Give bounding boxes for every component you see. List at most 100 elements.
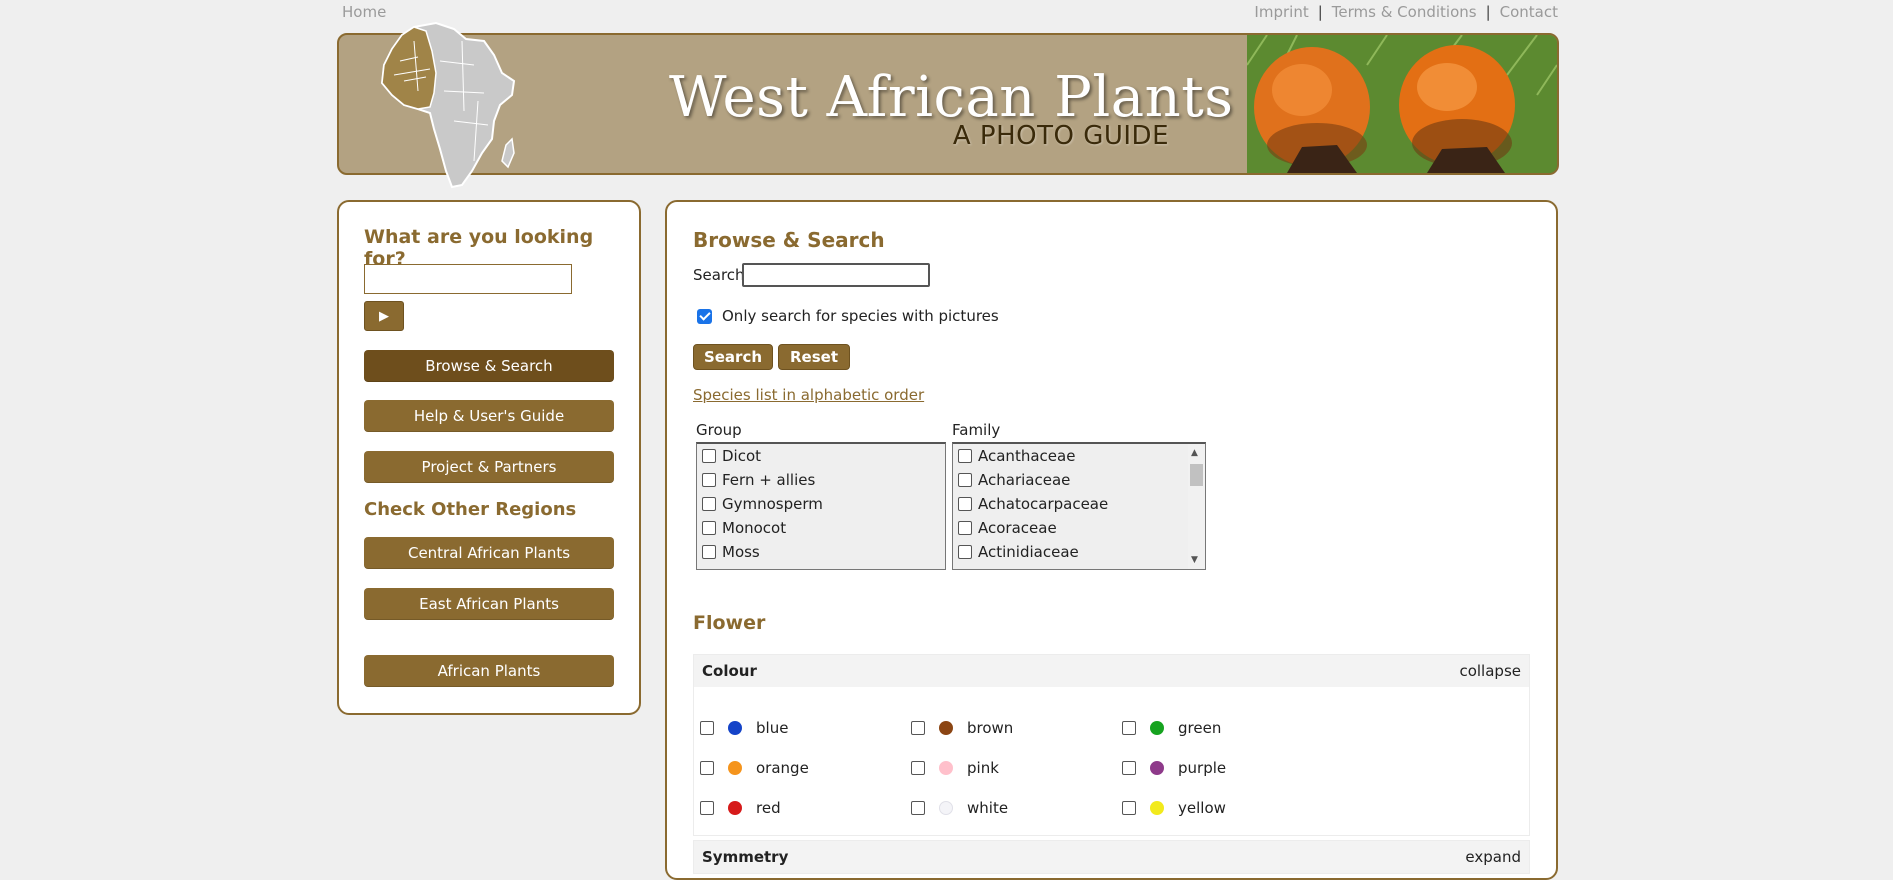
group-checkbox[interactable] — [702, 449, 716, 463]
sidebar: What are you looking for? ▶ Browse & Sea… — [337, 200, 641, 715]
species-list-link[interactable]: Species list in alphabetic order — [693, 386, 924, 404]
colour-label: orange — [756, 759, 809, 777]
list-item[interactable]: Moss — [697, 540, 945, 564]
list-item[interactable]: Monocot — [697, 516, 945, 540]
colour-checkbox[interactable] — [1122, 721, 1136, 735]
colour-checkbox[interactable] — [700, 761, 714, 775]
group-checkbox[interactable] — [702, 545, 716, 559]
colour-label: pink — [967, 759, 999, 777]
colour-swatch — [1150, 761, 1164, 775]
colour-checkbox[interactable] — [700, 721, 714, 735]
family-checkbox[interactable] — [958, 497, 972, 511]
colour-checkbox[interactable] — [911, 801, 925, 815]
colour-checkbox[interactable] — [911, 761, 925, 775]
colour-option-brown[interactable]: brown — [911, 719, 1013, 737]
list-item[interactable]: Acoraceae — [953, 516, 1205, 540]
african-plants-button[interactable]: African Plants — [364, 655, 614, 687]
list-item[interactable]: Fern + allies — [697, 468, 945, 492]
only-pictures-checkbox[interactable] — [697, 308, 712, 324]
colour-option-blue[interactable]: blue — [700, 719, 788, 737]
central-african-plants-button[interactable]: Central African Plants — [364, 537, 614, 569]
quick-search-go-button[interactable]: ▶ — [364, 301, 404, 331]
list-item[interactable]: Acanthaceae — [953, 444, 1205, 468]
colour-swatch — [939, 801, 953, 815]
browse-search-button[interactable]: Browse & Search — [364, 350, 614, 382]
list-item[interactable]: Achatocarpaceae — [953, 492, 1205, 516]
imprint-link[interactable]: Imprint — [1254, 3, 1308, 21]
fruit-photo-image — [1247, 35, 1557, 173]
scrollbar-thumb[interactable] — [1190, 464, 1203, 486]
list-item[interactable]: Dicot — [697, 444, 945, 468]
colour-checkbox[interactable] — [1122, 801, 1136, 815]
colour-swatch — [939, 721, 953, 735]
reset-button[interactable]: Reset — [778, 344, 850, 370]
colour-option-purple[interactable]: purple — [1122, 759, 1226, 777]
group-item-label: Moss — [722, 543, 760, 561]
family-checkbox[interactable] — [958, 521, 972, 535]
group-listbox[interactable]: Dicot Fern + allies Gymnosperm Monocot M… — [696, 442, 946, 570]
scroll-down-icon[interactable]: ▼ — [1191, 555, 1198, 565]
family-item-label: Actinidiaceae — [978, 543, 1079, 561]
list-item[interactable]: Gymnosperm — [697, 492, 945, 516]
home-link[interactable]: Home — [342, 3, 386, 21]
colour-panel-header[interactable]: Colour collapse — [694, 655, 1529, 687]
colour-swatch — [728, 761, 742, 775]
colour-option-yellow[interactable]: yellow — [1122, 799, 1226, 817]
colour-checkbox[interactable] — [700, 801, 714, 815]
colour-swatch — [939, 761, 953, 775]
site-subtitle: A PHOTO GUIDE — [952, 121, 1169, 151]
colour-swatch — [728, 721, 742, 735]
colour-option-pink[interactable]: pink — [911, 759, 999, 777]
family-scrollbar[interactable]: ▲ ▼ — [1188, 444, 1205, 569]
help-guide-button[interactable]: Help & User's Guide — [364, 400, 614, 432]
group-item-label: Dicot — [722, 447, 762, 465]
top-nav-right: Imprint | Terms & Conditions | Contact — [1254, 3, 1558, 21]
group-checkbox[interactable] — [702, 521, 716, 535]
colour-option-red[interactable]: red — [700, 799, 781, 817]
other-regions-heading: Check Other Regions — [364, 499, 577, 520]
colour-label: green — [1178, 719, 1222, 737]
group-label: Group — [696, 421, 742, 439]
group-checkbox[interactable] — [702, 473, 716, 487]
nav-separator: | — [1317, 3, 1323, 21]
list-item[interactable]: Actinidiaceae — [953, 540, 1205, 564]
only-pictures-row: Only search for species with pictures — [697, 307, 999, 325]
contact-link[interactable]: Contact — [1500, 3, 1558, 21]
colour-option-orange[interactable]: orange — [700, 759, 809, 777]
east-african-plants-button[interactable]: East African Plants — [364, 588, 614, 620]
flower-heading: Flower — [693, 612, 766, 634]
list-item[interactable]: Achariaceae — [953, 468, 1205, 492]
family-label: Family — [952, 421, 1001, 439]
colour-label: red — [756, 799, 781, 817]
family-checkbox[interactable] — [958, 473, 972, 487]
colour-label: blue — [756, 719, 789, 737]
terms-link[interactable]: Terms & Conditions — [1332, 3, 1477, 21]
symmetry-panel-header[interactable]: Symmetry expand — [694, 841, 1529, 873]
group-checkbox[interactable] — [702, 497, 716, 511]
colour-checkbox[interactable] — [911, 721, 925, 735]
colour-option-white[interactable]: white — [911, 799, 1008, 817]
family-listbox[interactable]: Acanthaceae Achariaceae Achatocarpaceae … — [952, 442, 1206, 570]
colour-swatch — [1150, 801, 1164, 815]
family-checkbox[interactable] — [958, 545, 972, 559]
search-label: Search — [693, 266, 745, 284]
colour-grid: blue brown green orange pink purple red … — [694, 687, 1529, 835]
browse-search-panel: Browse & Search Search Only search for s… — [665, 200, 1558, 880]
family-item-label: Acanthaceae — [978, 447, 1076, 465]
family-checkbox[interactable] — [958, 449, 972, 463]
scroll-up-icon[interactable]: ▲ — [1191, 448, 1198, 458]
page-title: Browse & Search — [693, 228, 885, 252]
expand-toggle[interactable]: expand — [1465, 848, 1521, 866]
colour-checkbox[interactable] — [1122, 761, 1136, 775]
group-item-label: Gymnosperm — [722, 495, 823, 513]
site-banner: West African Plants A PHOTO GUIDE — [337, 21, 1559, 189]
family-item-label: Achatocarpaceae — [978, 495, 1109, 513]
collapse-toggle[interactable]: collapse — [1459, 662, 1521, 680]
colour-option-green[interactable]: green — [1122, 719, 1221, 737]
quick-search-input[interactable] — [364, 264, 572, 294]
search-button[interactable]: Search — [693, 344, 773, 370]
search-input[interactable] — [742, 263, 930, 287]
project-partners-button[interactable]: Project & Partners — [364, 451, 614, 483]
colour-panel: Colour collapse blue brown green orange … — [693, 654, 1530, 836]
top-nav: Home Imprint | Terms & Conditions | Contact — [342, 3, 1558, 23]
